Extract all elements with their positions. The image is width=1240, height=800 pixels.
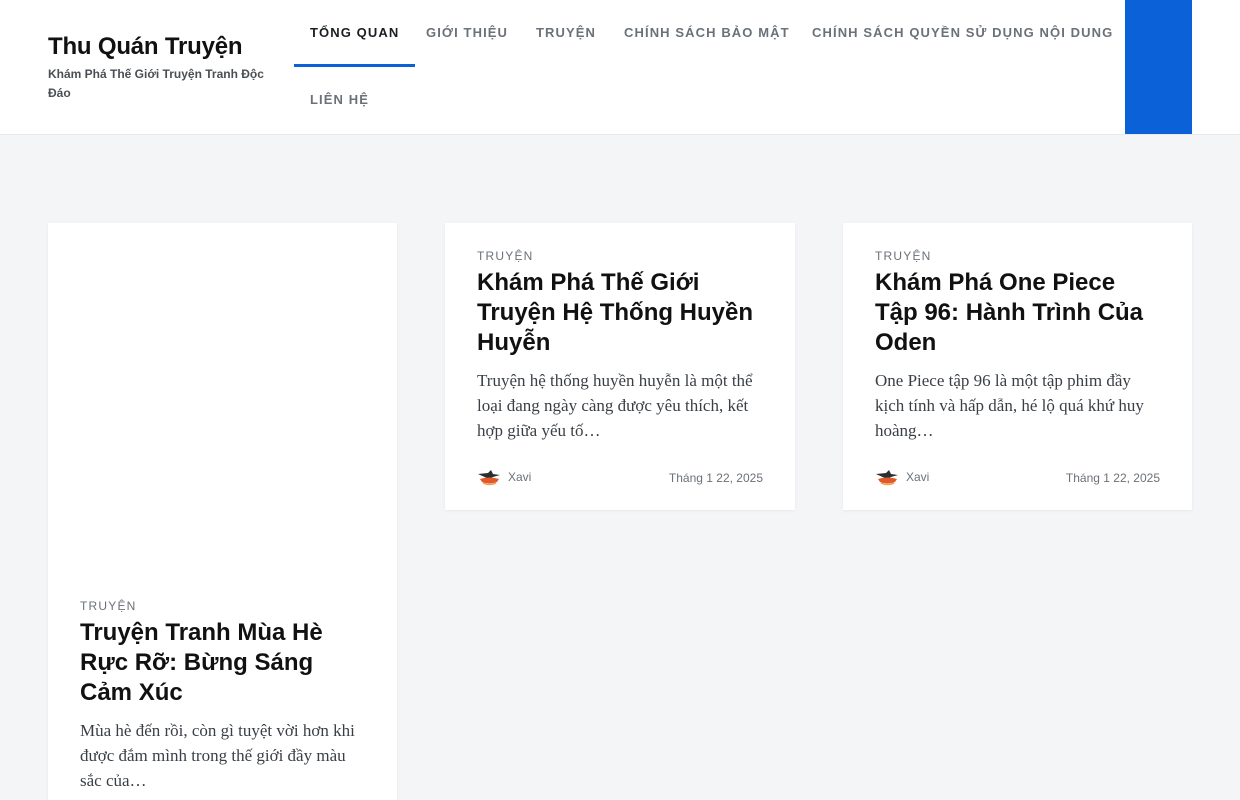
site-header: Thu Quán Truyện Khám Phá Thế Giới Truyện…: [0, 0, 1240, 135]
post-excerpt: Truyện hệ thống huyền huyễn là một thể l…: [477, 371, 753, 440]
post-card-body: TRUYỆN Truyện Tranh Mùa Hè Rực Rỡ: Bừng …: [80, 598, 365, 793]
post-title[interactable]: Khám Phá Thế Giới Truyện Hệ Thống Huyền …: [477, 268, 763, 358]
post-author[interactable]: Xavi: [875, 467, 929, 487]
site-tagline: Khám Phá Thế Giới Truyện Tranh Độc Đáo: [48, 67, 264, 100]
post-meta: Xavi Tháng 1 22, 2025: [875, 467, 1160, 489]
post-date: Tháng 1 22, 2025: [668, 471, 763, 485]
post-author-name[interactable]: Xavi: [906, 470, 929, 484]
nav-item-lien-he[interactable]: LIÊN HỆ: [294, 67, 385, 134]
post-excerpt: One Piece tập 96 là một tập phim đầy kịc…: [875, 371, 1144, 440]
nav-item-chinh-sach-bao-mat[interactable]: CHÍNH SÁCH BẢO MẬT: [608, 0, 806, 67]
post-thumbnail[interactable]: [48, 223, 397, 583]
post-date: Tháng 1 22, 2025: [1065, 471, 1160, 485]
search-toggle-button[interactable]: [1125, 0, 1192, 134]
primary-nav: TỔNG QUAN GIỚI THIỆU TRUYỆN CHÍNH SÁCH B…: [294, 0, 1114, 134]
nav-item-tong-quan[interactable]: TỔNG QUAN: [294, 0, 416, 67]
author-avatar-icon: [876, 470, 898, 486]
nav-item-truyen[interactable]: TRUYỆN: [520, 0, 612, 67]
nav-item-gioi-thieu[interactable]: GIỚI THIỆU: [410, 0, 524, 67]
author-avatar-icon: [478, 470, 500, 486]
post-card: TRUYỆN Khám Phá One Piece Tập 96: Hành T…: [843, 223, 1192, 510]
post-category[interactable]: TRUYỆN: [875, 248, 1160, 264]
post-category[interactable]: TRUYỆN: [477, 248, 763, 264]
post-title[interactable]: Khám Phá One Piece Tập 96: Hành Trình Củ…: [875, 268, 1160, 358]
post-meta: Xavi Tháng 1 22, 2025: [477, 467, 763, 489]
post-excerpt: Mùa hè đến rồi, còn gì tuyệt vời hơn khi…: [80, 721, 355, 790]
site-branding: Thu Quán Truyện Khám Phá Thế Giới Truyện…: [48, 32, 278, 103]
post-card: TRUYỆN Khám Phá Thế Giới Truyện Hệ Thống…: [445, 223, 795, 510]
post-author-name[interactable]: Xavi: [508, 470, 531, 484]
site-title[interactable]: Thu Quán Truyện: [48, 32, 278, 62]
post-author[interactable]: Xavi: [477, 467, 531, 487]
post-card-body: TRUYỆN Khám Phá One Piece Tập 96: Hành T…: [875, 248, 1160, 489]
post-title[interactable]: Truyện Tranh Mùa Hè Rực Rỡ: Bừng Sáng Cả…: [80, 618, 365, 708]
post-card-body: TRUYỆN Khám Phá Thế Giới Truyện Hệ Thống…: [477, 248, 763, 489]
post-category[interactable]: TRUYỆN: [80, 598, 365, 614]
nav-item-chinh-sach-quyen-su-dung[interactable]: CHÍNH SÁCH QUYỀN SỬ DỤNG NỘI DUNG: [796, 0, 1129, 67]
post-card: TRUYỆN Truyện Tranh Mùa Hè Rực Rỡ: Bừng …: [48, 223, 397, 800]
